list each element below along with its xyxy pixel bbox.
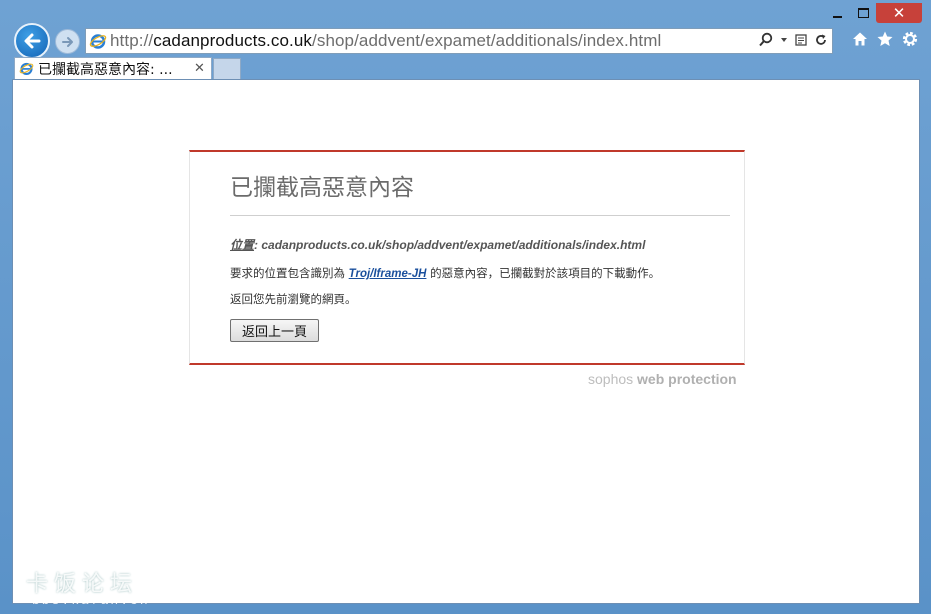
home-icon xyxy=(853,32,867,46)
tab-title: 已攔截高惡意內容: ... xyxy=(38,61,173,78)
close-window-button[interactable]: ✕ xyxy=(876,3,922,23)
page-title: 已攔截高惡意內容 xyxy=(230,175,414,201)
browser-toolbar xyxy=(851,30,919,48)
block-message: 要求的位置包含識別為 Troj/Iframe-JH 的惡意內容，已攔截對於該項目… xyxy=(230,265,660,281)
divider xyxy=(230,215,730,216)
tab-close-icon[interactable]: ✕ xyxy=(194,61,205,76)
go-back-button[interactable]: 返回上一頁 xyxy=(230,319,319,342)
brand-footer: sophos web protection xyxy=(588,371,737,387)
ie-logo-icon xyxy=(19,62,34,75)
block-notice: 已攔截高惡意內容 位置: cadanproducts.co.uk/shop/ad… xyxy=(189,150,745,365)
address-bar[interactable]: http://cadanproducts.co.uk/shop/addvent/… xyxy=(85,28,833,54)
back-arrow-icon xyxy=(24,33,41,49)
threat-link[interactable]: Troj/Iframe-JH xyxy=(349,268,427,280)
forward-arrow-icon xyxy=(61,36,73,47)
back-hint: 返回您先前瀏覽的網頁。 xyxy=(230,292,357,306)
star-icon xyxy=(877,31,893,46)
maximize-icon xyxy=(857,8,869,18)
back-button[interactable] xyxy=(14,23,50,59)
chevron-down-icon[interactable] xyxy=(780,36,788,44)
tools-button[interactable] xyxy=(901,30,919,48)
forward-button[interactable] xyxy=(55,29,80,54)
url-scheme: http:// xyxy=(110,31,154,50)
new-tab-button[interactable] xyxy=(213,58,241,79)
address-url[interactable]: http://cadanproducts.co.uk/shop/addvent/… xyxy=(110,31,661,51)
minimize-icon xyxy=(832,16,842,18)
brand-bold: web protection xyxy=(637,371,737,387)
url-host: cadanproducts.co.uk xyxy=(153,31,313,50)
refresh-icon[interactable] xyxy=(814,33,828,47)
url-path: /shop/addvent/expamet/additionals/index.… xyxy=(312,31,662,50)
location-label: 位置 xyxy=(230,238,255,252)
tab-active[interactable]: 已攔截高惡意內容: ... ✕ xyxy=(14,57,212,79)
search-icon[interactable] xyxy=(758,32,774,48)
location-url: cadanproducts.co.uk/shop/addvent/expamet… xyxy=(261,238,646,252)
minimize-button[interactable] xyxy=(824,3,850,23)
compatibility-view-icon[interactable] xyxy=(794,33,808,47)
favorites-button[interactable] xyxy=(876,30,894,48)
browser-window: ✕ http://cadanproducts.co.uk/shop/addven… xyxy=(0,0,931,614)
message-suffix: 的惡意內容，已攔截對於該項目的下載動作。 xyxy=(426,266,661,280)
watermark-url: bbs.kafan.cn xyxy=(32,593,150,608)
message-prefix: 要求的位置包含識別為 xyxy=(230,266,349,280)
home-button[interactable] xyxy=(851,30,869,48)
location-line: 位置: cadanproducts.co.uk/shop/addvent/exp… xyxy=(230,236,645,253)
brand-light: sophos xyxy=(588,371,634,387)
page-viewport: 已攔截高惡意內容 位置: cadanproducts.co.uk/shop/ad… xyxy=(12,79,920,604)
window-controls: ✕ xyxy=(824,3,922,23)
ie-logo-icon xyxy=(89,34,107,49)
maximize-button[interactable] xyxy=(850,3,876,23)
close-icon: ✕ xyxy=(892,4,906,22)
gear-icon xyxy=(902,31,918,47)
address-tools xyxy=(758,32,828,48)
